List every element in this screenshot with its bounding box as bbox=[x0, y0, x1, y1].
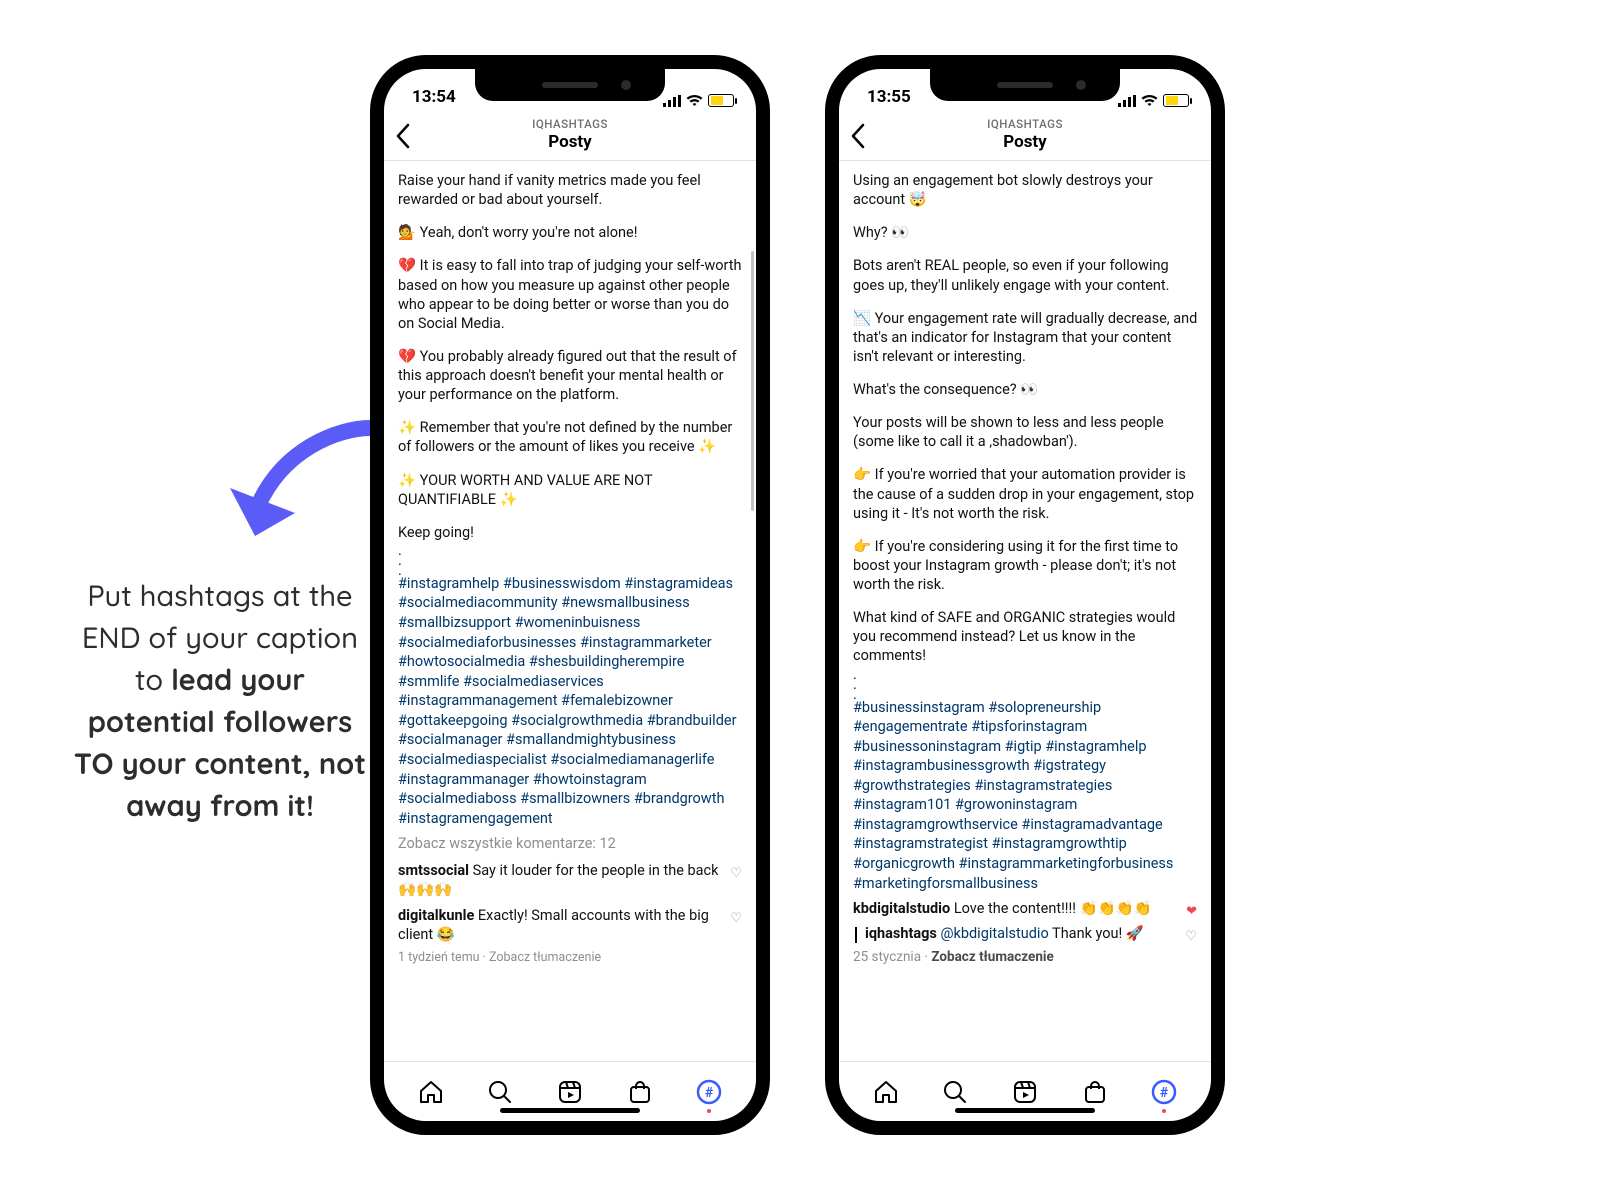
like-comment-icon[interactable]: ♡ bbox=[730, 865, 742, 882]
reply-indent-bar bbox=[855, 927, 857, 943]
phone-mockup-left: 13:54 IQHASHTAGS Posty bbox=[370, 55, 770, 1135]
hashtag-icon: # bbox=[1151, 1079, 1177, 1105]
mention-link[interactable]: @kbdigitalstudio bbox=[940, 925, 1048, 942]
hashtag-icon: # bbox=[696, 1079, 722, 1105]
post-meta: 1 tydzień temu · Zobacz tłumaczenie bbox=[398, 950, 744, 967]
comment-text: Love the content!!!! 👏👏👏👏 bbox=[954, 900, 1152, 917]
wifi-icon bbox=[686, 95, 703, 107]
shop-icon bbox=[1082, 1079, 1108, 1105]
comment-line[interactable]: digitalkunle Exactly! Small accounts wit… bbox=[398, 906, 744, 944]
reels-icon bbox=[557, 1079, 583, 1105]
shop-icon bbox=[627, 1079, 653, 1105]
post-content[interactable]: Raise your hand if vanity metrics made y… bbox=[384, 161, 756, 1061]
comment-text: Thank you! 🚀 bbox=[1052, 925, 1144, 942]
front-camera bbox=[1076, 80, 1086, 90]
tab-reels[interactable] bbox=[555, 1077, 585, 1107]
caption-line: Bots aren't REAL people, so even if your… bbox=[853, 256, 1199, 294]
tip-caption: Put hashtags at the END of your caption … bbox=[70, 575, 370, 827]
hashtags-block[interactable]: #businessinstagram #solopreneurship #eng… bbox=[853, 698, 1199, 894]
caption-line: ✨ Remember that you're not defined by th… bbox=[398, 418, 744, 456]
cellular-icon bbox=[1118, 95, 1136, 107]
search-icon bbox=[942, 1079, 968, 1105]
caption-line: Why? 👀 bbox=[853, 223, 1199, 242]
tab-shop[interactable] bbox=[1080, 1077, 1110, 1107]
like-comment-icon[interactable]: ♡ bbox=[730, 910, 742, 927]
comment-user[interactable]: digitalkunle bbox=[398, 907, 474, 924]
home-indicator[interactable] bbox=[500, 1108, 640, 1113]
caption-line: What's the consequence? 👀 bbox=[853, 380, 1199, 399]
speaker-grill bbox=[997, 82, 1053, 88]
header-subtitle: IQHASHTAGS bbox=[987, 118, 1063, 132]
svg-text:#: # bbox=[705, 1085, 714, 1101]
caption-line: Keep going! bbox=[398, 523, 744, 542]
tab-reels[interactable] bbox=[1010, 1077, 1040, 1107]
phone-mockup-right: 13:55 IQHASHTAGS Posty bbox=[825, 55, 1225, 1135]
notification-dot bbox=[1162, 1109, 1166, 1113]
caption-line: Using an engagement bot slowly destroys … bbox=[853, 171, 1199, 209]
comment-user[interactable]: iqhashtags bbox=[865, 925, 937, 942]
caption-line: 💔 It is easy to fall into trap of judgin… bbox=[398, 256, 744, 333]
caption-line: 👉 If you're considering using it for the… bbox=[853, 537, 1199, 594]
tab-hashtag[interactable]: # bbox=[694, 1077, 724, 1107]
caption-line: ✨ YOUR WORTH AND VALUE ARE NOT QUANTIFIA… bbox=[398, 471, 744, 509]
nav-header: IQHASHTAGS Posty bbox=[384, 111, 756, 161]
back-button[interactable] bbox=[394, 123, 412, 154]
tip-bold: lead your potential followers TO your co… bbox=[74, 662, 366, 824]
home-icon bbox=[418, 1079, 444, 1105]
wifi-icon bbox=[1141, 95, 1158, 107]
post-meta: 25 stycznia · Zobacz tłumaczenie bbox=[853, 949, 1199, 967]
comment-line[interactable]: smtssocial Say it louder for the people … bbox=[398, 861, 744, 899]
tab-shop[interactable] bbox=[625, 1077, 655, 1107]
tab-bar: # bbox=[839, 1061, 1211, 1121]
caption-line: 💁 Yeah, don't worry you're not alone! bbox=[398, 223, 744, 242]
post-content[interactable]: Using an engagement bot slowly destroys … bbox=[839, 161, 1211, 1061]
tab-home[interactable] bbox=[871, 1077, 901, 1107]
spacer-dots: ... bbox=[398, 544, 744, 574]
comment-reply-line[interactable]: iqhashtags @kbdigitalstudio Thank you! 🚀… bbox=[853, 924, 1199, 943]
view-all-comments[interactable]: Zobacz wszystkie komentarze: 12 bbox=[398, 834, 744, 853]
caption-line: 💔 You probably already figured out that … bbox=[398, 347, 744, 404]
battery-icon bbox=[1163, 94, 1189, 107]
spacer-dots: ... bbox=[853, 668, 1199, 698]
header-subtitle: IQHASHTAGS bbox=[532, 118, 608, 132]
reels-icon bbox=[1012, 1079, 1038, 1105]
caption-line: 📉 Your engagement rate will gradually de… bbox=[853, 309, 1199, 366]
header-title: Posty bbox=[987, 132, 1063, 152]
comment-user[interactable]: smtssocial bbox=[398, 862, 469, 879]
home-indicator[interactable] bbox=[955, 1108, 1095, 1113]
like-comment-icon[interactable]: ♡ bbox=[1185, 928, 1197, 945]
cellular-icon bbox=[663, 95, 681, 107]
tab-hashtag[interactable]: # bbox=[1149, 1077, 1179, 1107]
notification-dot bbox=[707, 1109, 711, 1113]
comment-user[interactable]: kbdigitalstudio bbox=[853, 900, 950, 917]
svg-text:#: # bbox=[1160, 1085, 1169, 1101]
phone-notch bbox=[930, 69, 1120, 101]
caption-line: What kind of SAFE and ORGANIC strategies… bbox=[853, 608, 1199, 665]
home-icon bbox=[873, 1079, 899, 1105]
back-button[interactable] bbox=[849, 123, 867, 154]
nav-header: IQHASHTAGS Posty bbox=[839, 111, 1211, 161]
scroll-indicator[interactable] bbox=[751, 251, 754, 511]
comment-line[interactable]: kbdigitalstudio Love the content!!!! 👏👏👏… bbox=[853, 899, 1199, 918]
caption-line: Your posts will be shown to less and les… bbox=[853, 413, 1199, 451]
status-time: 13:55 bbox=[867, 87, 911, 107]
arrow-icon bbox=[210, 418, 380, 558]
header-title: Posty bbox=[532, 132, 608, 152]
tab-home[interactable] bbox=[416, 1077, 446, 1107]
like-comment-icon[interactable]: ❤ bbox=[1186, 903, 1197, 920]
translate-link[interactable]: Zobacz tłumaczenie bbox=[931, 949, 1053, 965]
caption-line: 👉 If you're worried that your automation… bbox=[853, 465, 1199, 522]
speaker-grill bbox=[542, 82, 598, 88]
tab-bar: # bbox=[384, 1061, 756, 1121]
phone-notch bbox=[475, 69, 665, 101]
caption-line: Raise your hand if vanity metrics made y… bbox=[398, 171, 744, 209]
search-icon bbox=[487, 1079, 513, 1105]
tab-search[interactable] bbox=[485, 1077, 515, 1107]
hashtags-block[interactable]: #instagramhelp #businesswisdom #instagra… bbox=[398, 574, 744, 828]
front-camera bbox=[621, 80, 631, 90]
tab-search[interactable] bbox=[940, 1077, 970, 1107]
status-time: 13:54 bbox=[412, 87, 456, 107]
post-date: 25 stycznia bbox=[853, 949, 921, 965]
battery-icon bbox=[708, 94, 734, 107]
